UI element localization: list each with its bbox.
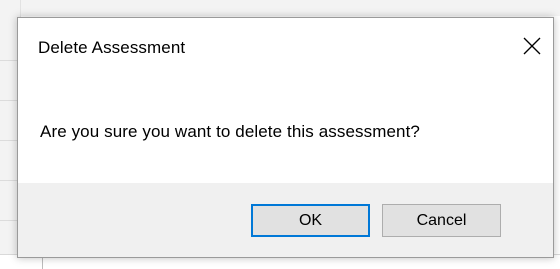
dialog-title: Delete Assessment (38, 38, 186, 57)
close-button[interactable] (515, 30, 549, 62)
background-toolbar-strip (0, 0, 560, 16)
dialog-titlebar[interactable]: Delete Assessment (18, 18, 553, 76)
confirmation-message: Are you sure you want to delete this ass… (40, 122, 420, 141)
delete-assessment-dialog: Delete Assessment Are you sure you want … (17, 17, 554, 258)
dialog-button-bar: OK Cancel (18, 183, 553, 257)
ok-button[interactable]: OK (251, 204, 370, 237)
dialog-content: Are you sure you want to delete this ass… (18, 76, 553, 183)
cancel-button[interactable]: Cancel (382, 204, 501, 237)
close-icon (523, 37, 541, 55)
